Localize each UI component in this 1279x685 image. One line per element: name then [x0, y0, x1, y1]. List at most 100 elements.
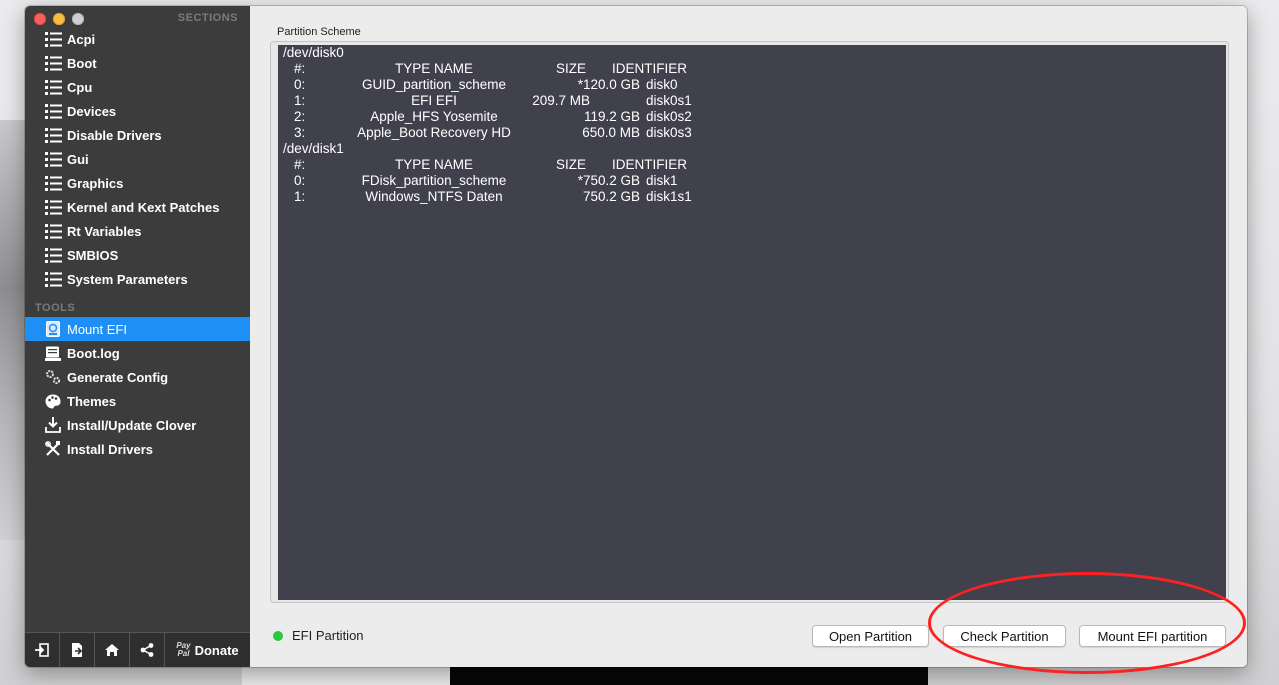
partition-size: SIZE — [555, 157, 586, 172]
import-config-button[interactable] — [25, 633, 60, 667]
partition-size: SIZE — [555, 61, 586, 76]
partition-type-name: Apple_Boot Recovery HD — [357, 125, 511, 140]
list-icon — [44, 55, 62, 71]
sidebar-item-label: Rt Variables — [67, 223, 142, 239]
check-partition-button[interactable]: Check Partition — [943, 625, 1066, 647]
download-icon — [44, 417, 62, 433]
sidebar-item-label: Kernel and Kext Patches — [67, 199, 220, 215]
list-icon — [44, 79, 62, 95]
tools-icon — [44, 441, 62, 457]
partition-identifier: disk1 — [646, 173, 678, 188]
partition-number: 0: — [294, 77, 306, 92]
sidebar-item-kernel-and-kext-patches[interactable]: Kernel and Kext Patches — [25, 195, 250, 219]
sections-list: Acpi Boot Cpu Devices Disable Drivers Gui Grap… — [25, 27, 250, 291]
desktop-wallpaper-detail — [0, 120, 26, 540]
efi-status: EFI Partition — [273, 628, 364, 643]
list-icon — [44, 127, 62, 143]
open-partition-button[interactable]: Open Partition — [812, 625, 929, 647]
sidebar-item-disable-drivers[interactable]: Disable Drivers — [25, 123, 250, 147]
sidebar-item-label: Boot.log — [67, 345, 120, 361]
partition-type-name: TYPE NAME — [394, 61, 474, 76]
sidebar-item-install-update-clover[interactable]: Install/Update Clover — [25, 413, 250, 437]
partition-size: 209.7 MB — [532, 93, 590, 108]
sidebar-item-label: Disable Drivers — [67, 127, 162, 143]
sidebar-item-generate-config[interactable]: Generate Config — [25, 365, 250, 389]
output-line: 1: Windows_NTFS Daten 750.2 GB disk1s1 — [278, 189, 1226, 205]
log-icon — [44, 345, 62, 361]
import-icon — [35, 643, 49, 657]
list-icon — [44, 199, 62, 215]
share-button[interactable] — [130, 633, 165, 667]
sidebar-item-install-drivers[interactable]: Install Drivers — [25, 437, 250, 461]
partition-size: 650.0 MB — [582, 125, 640, 140]
sidebar-footer: Pay Pal Donate — [25, 632, 250, 667]
gears-icon — [44, 369, 62, 385]
list-icon — [44, 223, 62, 239]
output-line: /dev/disk0 — [278, 45, 1226, 61]
sidebar-item-boot-log[interactable]: Boot.log — [25, 341, 250, 365]
output-line: 0: FDisk_partition_scheme *750.2 GB disk1 — [278, 173, 1226, 189]
partition-identifier: disk0s3 — [646, 125, 692, 140]
minimize-window-button[interactable] — [53, 13, 65, 25]
partition-identifier: IDENTIFIER — [612, 157, 688, 172]
tools-header: TOOLS — [35, 302, 76, 314]
disk-icon — [44, 321, 62, 337]
zoom-window-button[interactable] — [72, 13, 84, 25]
tools-list: Mount EFI Boot.log Generate Config Themes In… — [25, 317, 250, 461]
sidebar-item-mount-efi[interactable]: Mount EFI — [25, 317, 250, 341]
list-icon — [44, 175, 62, 191]
sidebar-item-label: SMBIOS — [67, 247, 119, 263]
close-window-button[interactable] — [34, 13, 46, 25]
partition-number: 0: — [294, 173, 306, 188]
new-config-button[interactable] — [60, 633, 95, 667]
sidebar-item-graphics[interactable]: Graphics — [25, 171, 250, 195]
sidebar-item-boot[interactable]: Boot — [25, 51, 250, 75]
sidebar-item-cpu[interactable]: Cpu — [25, 75, 250, 99]
partition-output[interactable]: /dev/disk0 #: TYPE NAME SIZE IDENTIFIER 0: GUI… — [278, 45, 1226, 600]
output-line: 3: Apple_Boot Recovery HD 650.0 MB disk0s3 — [278, 125, 1226, 141]
sidebar-item-label: Install Drivers — [67, 441, 153, 457]
sidebar-item-label: Graphics — [67, 175, 124, 191]
status-label: EFI Partition — [292, 628, 364, 643]
sidebar-item-label: Install/Update Clover — [67, 417, 197, 433]
sidebar-item-gui[interactable]: Gui — [25, 147, 250, 171]
partition-number: #: — [294, 157, 306, 172]
sidebar-item-label: Themes — [67, 393, 117, 409]
sections-header: SECTIONS — [177, 12, 238, 24]
sidebar-item-acpi[interactable]: Acpi — [25, 27, 250, 51]
mount-efi-partition-button[interactable]: Mount EFI partition — [1079, 625, 1226, 647]
sidebar-item-smbios[interactable]: SMBIOS — [25, 243, 250, 267]
partition-type-name: TYPE NAME — [394, 157, 474, 172]
device-path: /dev/disk0 — [283, 45, 344, 60]
donate-button[interactable]: Pay Pal Donate — [165, 642, 250, 658]
partition-identifier: disk0s1 — [646, 93, 692, 108]
partition-size: 750.2 GB — [582, 189, 640, 204]
sidebar: SECTIONS Acpi Boot Cpu Devices Disable Drive… — [25, 6, 250, 667]
sidebar-item-themes[interactable]: Themes — [25, 389, 250, 413]
partition-type-name: FDisk_partition_scheme — [361, 173, 507, 188]
sidebar-item-label: Mount EFI — [67, 321, 127, 337]
output-line: /dev/disk1 — [278, 141, 1226, 157]
partition-scheme-title: Partition Scheme — [277, 26, 361, 38]
list-icon — [44, 151, 62, 167]
output-line: #: TYPE NAME SIZE IDENTIFIER — [278, 157, 1226, 173]
sidebar-item-devices[interactable]: Devices — [25, 99, 250, 123]
list-icon — [44, 31, 62, 47]
paypal-icon: Pay Pal — [176, 642, 190, 658]
partition-size: *750.2 GB — [577, 173, 640, 188]
output-line: #: TYPE NAME SIZE IDENTIFIER — [278, 61, 1226, 77]
partition-type-name: Apple_HFS Yosemite — [370, 109, 498, 124]
status-indicator-icon — [273, 630, 283, 641]
sidebar-item-rt-variables[interactable]: Rt Variables — [25, 219, 250, 243]
paypal-bottom: Pal — [177, 649, 190, 658]
home-button[interactable] — [95, 633, 130, 667]
partition-number: 1: — [294, 93, 306, 108]
partition-number: 3: — [294, 125, 306, 140]
partition-number: 2: — [294, 109, 306, 124]
partition-type-name: EFI EFI — [411, 93, 457, 108]
partition-identifier: disk1s1 — [646, 189, 692, 204]
new-document-icon — [72, 643, 83, 657]
partition-type-name: Windows_NTFS Daten — [365, 189, 503, 204]
palette-icon — [44, 393, 62, 409]
sidebar-item-system-parameters[interactable]: System Parameters — [25, 267, 250, 291]
